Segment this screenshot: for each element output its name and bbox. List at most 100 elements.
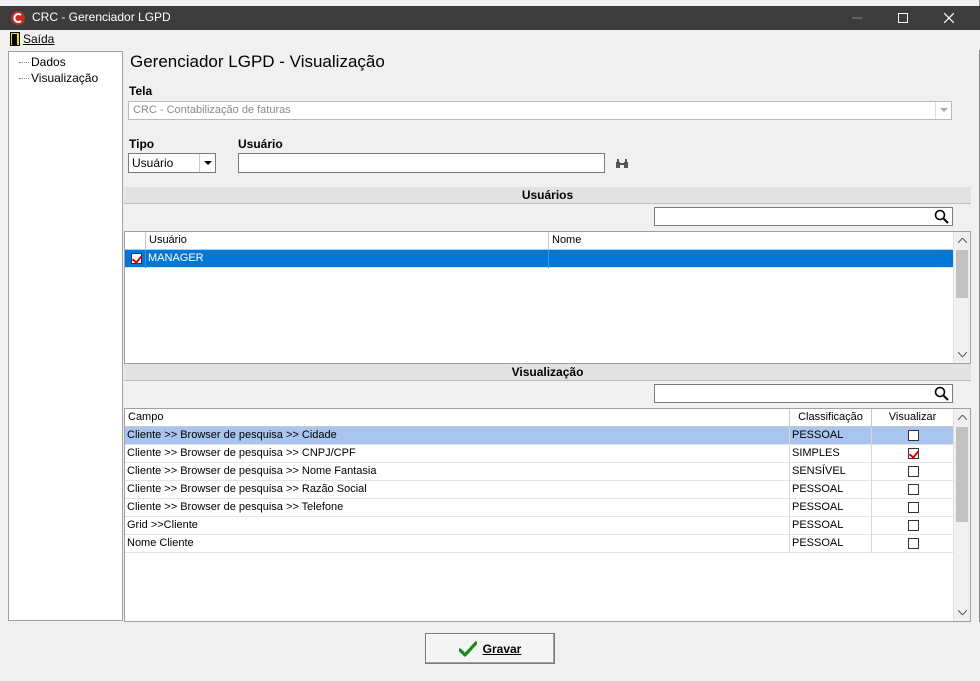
table-row[interactable]: Grid >>Cliente PESSOAL (125, 517, 954, 535)
table-row[interactable]: Cliente >> Browser de pesquisa >> Telefo… (125, 499, 954, 517)
chevron-down-icon (958, 610, 967, 615)
page-title: Gerenciador LGPD - Visualização (130, 52, 385, 71)
nav-tree: Dados Visualização (8, 51, 123, 621)
chevron-down-icon (935, 102, 951, 119)
visualizar-cell (872, 517, 954, 535)
close-icon (944, 13, 954, 23)
column-header-campo[interactable]: Campo (125, 409, 790, 427)
campo-cell: Cliente >> Browser de pesquisa >> Razão … (125, 481, 790, 499)
scroll-thumb[interactable] (956, 427, 968, 522)
column-header-usuario[interactable]: Usuário (146, 232, 549, 250)
classificacao-cell: SIMPLES (790, 445, 872, 463)
visualizar-cell (872, 427, 954, 445)
visualizar-cell (872, 463, 954, 481)
campo-cell: Cliente >> Browser de pesquisa >> Telefo… (125, 499, 790, 517)
view-search-input[interactable] (654, 384, 953, 403)
scroll-up-button[interactable] (954, 232, 970, 249)
table-row[interactable]: MANAGER (125, 250, 954, 268)
main-window: CRC - Gerenciador LGPD Saída Dados Visua… (0, 0, 980, 681)
campo-cell: Cliente >> Browser de pesquisa >> Cidade (125, 427, 790, 445)
visualizar-checkbox[interactable] (908, 483, 919, 495)
binoculars-icon[interactable] (616, 159, 628, 168)
tela-select[interactable]: CRC - Contabilização de faturas (128, 101, 952, 120)
view-grid-header: Campo Classificação Visualizar (125, 409, 954, 427)
visualizar-checkbox[interactable] (908, 447, 919, 459)
maximize-icon (898, 13, 908, 23)
column-header-classificacao[interactable]: Classificação (790, 409, 872, 427)
tree-connector (19, 62, 29, 64)
tree-item-visualizacao[interactable]: Visualização (19, 71, 98, 85)
classificacao-cell: PESSOAL (790, 517, 872, 535)
classificacao-cell: PESSOAL (790, 427, 872, 445)
tela-label: Tela (129, 84, 153, 98)
table-row[interactable]: Cliente >> Browser de pesquisa >> CNPJ/C… (125, 445, 954, 463)
classificacao-cell: SENSÍVEL (790, 463, 872, 481)
visualizar-cell (872, 535, 954, 553)
title-bar[interactable]: CRC - Gerenciador LGPD (0, 6, 980, 30)
tipo-label: Tipo (129, 137, 155, 151)
exit-door-icon (10, 32, 20, 46)
visualizar-cell (872, 499, 954, 517)
app-logo-icon (11, 11, 25, 25)
chevron-down-icon (958, 352, 967, 357)
column-header-visualizar[interactable]: Visualizar (872, 409, 954, 427)
table-row[interactable]: Cliente >> Browser de pesquisa >> Nome F… (125, 463, 954, 481)
close-button[interactable] (926, 6, 972, 30)
usuario-label: Usuário (238, 137, 283, 151)
chevron-up-icon (958, 238, 967, 243)
row-checkbox[interactable] (130, 252, 142, 264)
users-grid: Usuário Nome MANAGER (124, 231, 971, 364)
visualizar-checkbox[interactable] (908, 501, 919, 513)
tree-item-dados[interactable]: Dados (19, 55, 66, 69)
row-checkbox-cell[interactable] (125, 250, 146, 268)
column-header-nome[interactable]: Nome (549, 232, 954, 250)
tipo-select[interactable]: Usuário (128, 153, 216, 173)
save-button-label: Gravar (482, 641, 522, 656)
tipo-select-value: Usuário (132, 156, 174, 170)
usuario-input[interactable] (238, 153, 605, 173)
visualizar-cell (872, 445, 954, 463)
classificacao-cell: PESSOAL (790, 481, 872, 499)
tree-item-label: Dados (31, 55, 66, 69)
campo-cell: Nome Cliente (125, 535, 790, 553)
visualizar-cell (872, 481, 954, 499)
chevron-up-icon (958, 415, 967, 420)
classificacao-cell: PESSOAL (790, 535, 872, 553)
view-grid-scrollbar[interactable] (953, 409, 970, 621)
save-button[interactable]: Gravar (425, 633, 555, 664)
table-row[interactable]: Nome Cliente PESSOAL (125, 535, 954, 553)
campo-cell: Grid >>Cliente (125, 517, 790, 535)
usuario-cell: MANAGER (146, 250, 549, 268)
view-grid: Campo Classificação Visualizar Cliente >… (124, 408, 971, 622)
scroll-down-button[interactable] (954, 346, 970, 363)
scroll-up-button[interactable] (954, 409, 970, 426)
menu-exit[interactable]: Saída (10, 32, 54, 46)
visualizar-checkbox[interactable] (908, 537, 919, 549)
maximize-button[interactable] (880, 6, 926, 30)
table-row[interactable]: Cliente >> Browser de pesquisa >> Cidade… (125, 427, 954, 445)
users-grid-scrollbar[interactable] (953, 232, 970, 363)
menu-exit-label: Saída (23, 32, 55, 46)
minimize-button[interactable] (834, 6, 880, 30)
view-section-header: Visualização (124, 364, 971, 381)
classificacao-cell: PESSOAL (790, 499, 872, 517)
visualizar-checkbox[interactable] (908, 519, 919, 531)
scroll-thumb[interactable] (956, 250, 968, 298)
window-title: CRC - Gerenciador LGPD (32, 10, 171, 24)
users-section-header: Usuários (124, 187, 971, 204)
tree-item-label: Visualização (31, 71, 99, 85)
tree-connector (19, 78, 29, 80)
scroll-down-button[interactable] (954, 604, 970, 621)
chevron-down-icon (199, 154, 215, 172)
visualizar-checkbox[interactable] (908, 465, 919, 477)
search-icon[interactable] (934, 209, 949, 224)
minimize-icon (852, 17, 862, 19)
search-icon[interactable] (934, 386, 949, 401)
users-grid-header: Usuário Nome (125, 232, 954, 250)
users-search-input[interactable] (654, 207, 953, 226)
table-row[interactable]: Cliente >> Browser de pesquisa >> Razão … (125, 481, 954, 499)
visualizar-checkbox[interactable] (908, 429, 919, 441)
menu-bar: Saída (0, 30, 980, 50)
campo-cell: Cliente >> Browser de pesquisa >> CNPJ/C… (125, 445, 790, 463)
nome-cell (549, 250, 954, 268)
